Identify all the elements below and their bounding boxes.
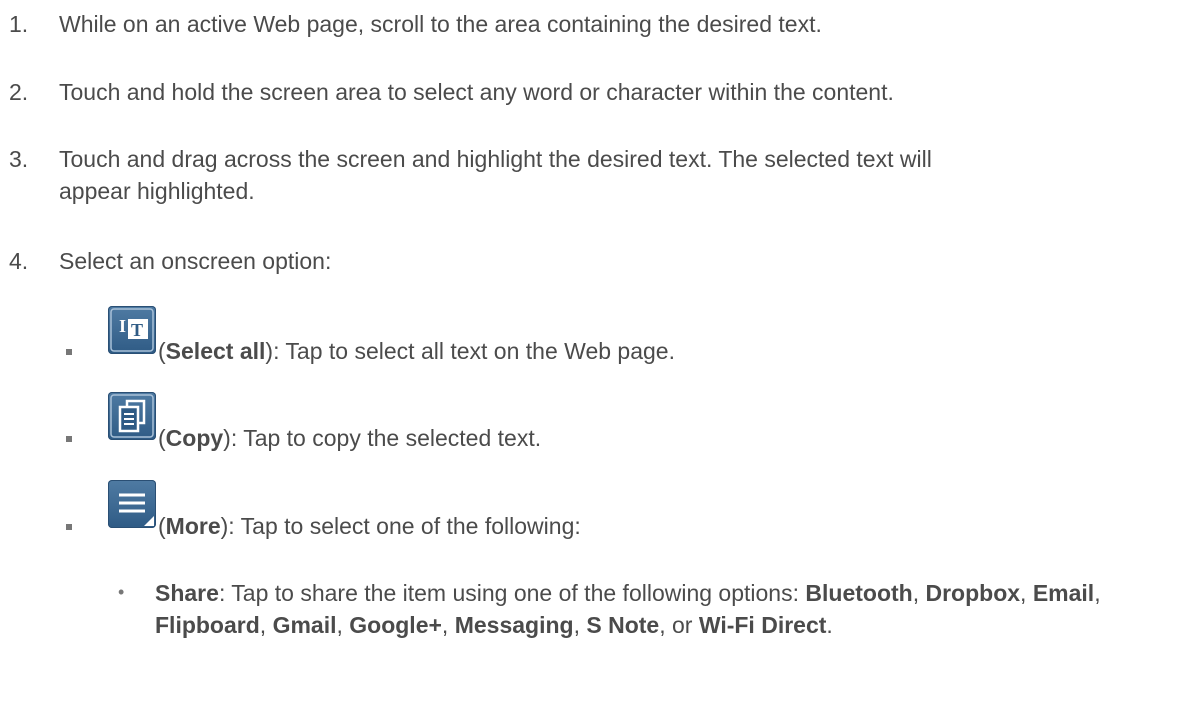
more-icon[interactable] [108,480,156,528]
copy-icon[interactable] [108,392,156,440]
square-bullet [66,524,72,530]
round-bullet: • [118,582,125,602]
share-description: Share: Tap to share the item using one o… [155,580,1101,638]
share-option: Wi-Fi Direct [698,612,827,638]
square-bullet [66,436,72,442]
share-option: Email [1032,580,1095,606]
option-description: ): Tap to select one of the following: [220,513,581,539]
step-text: While on an active Web page, scroll to t… [59,11,822,37]
step-text: Select an onscreen option: [59,248,332,274]
square-bullet [66,349,72,355]
step-number: 4. [9,248,29,274]
step-number: 3. [9,146,29,172]
share-option: S Note [586,612,660,638]
option-name: More [165,513,221,539]
option-copy: (Copy): Tap to copy the selected text. [158,425,542,451]
option-more: (More): Tap to select one of the followi… [158,513,581,539]
share-option: Gmail [272,612,337,638]
step-text: Touch and drag across the screen and hig… [59,143,1174,207]
option-select-all: (Select all): Tap to select all text on … [158,338,675,364]
step-text: Touch and hold the screen area to select… [59,79,894,105]
step-text-line: appear highlighted. [59,178,255,204]
option-description: ): Tap to select all text on the Web pag… [265,338,675,364]
option-name: Select all [165,338,266,364]
share-option: Flipboard [155,612,260,638]
share-option: Google+ [349,612,442,638]
step-number: 2. [9,79,29,105]
svg-text:I: I [119,316,126,336]
option-name: Copy [165,425,224,451]
share-option: Dropbox [925,580,1021,606]
select-all-icon[interactable]: I T [108,306,156,354]
step-number: 1. [9,11,29,37]
share-option: Bluetooth [805,580,913,606]
option-description: ): Tap to copy the selected text. [223,425,542,451]
svg-text:T: T [131,320,143,340]
step-text-line: Touch and drag across the screen and hig… [59,146,932,172]
share-label: Share [155,580,219,606]
share-option: Messaging [454,612,574,638]
